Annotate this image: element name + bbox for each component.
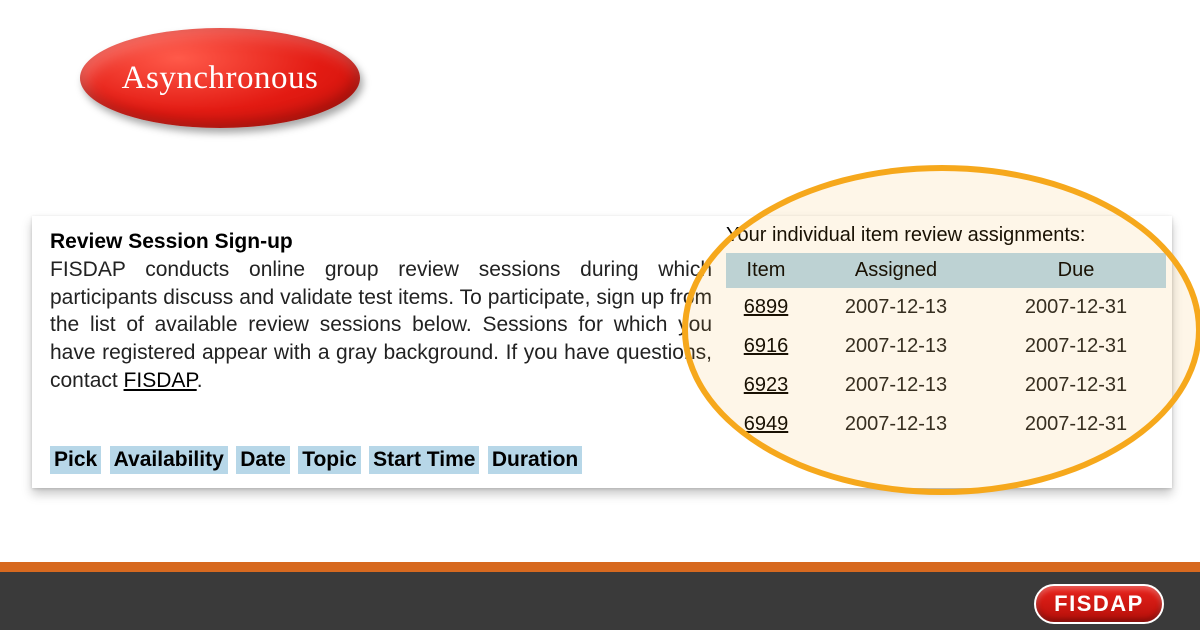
col-availability: Availability [110,446,228,474]
cell-due: 2007-12-31 [986,366,1166,405]
cell-assigned: 2007-12-13 [806,405,986,444]
cell-due: 2007-12-31 [986,327,1166,366]
footer: FISDAP [0,562,1200,630]
col-duration: Duration [488,446,582,474]
table-row: 6916 2007-12-13 2007-12-31 [726,327,1166,366]
slide: Asynchronous Review Session Sign-up FISD… [0,0,1200,630]
signup-description-post: . [197,369,203,392]
col-due: Due [986,253,1166,288]
assignments-header-row: Item Assigned Due [726,253,1166,288]
assignments-title: Your individual item review assignments: [726,224,1166,247]
footer-accent-bar [0,562,1200,572]
footer-bar [0,572,1200,630]
col-item: Item [726,253,806,288]
badge-container: Asynchronous [80,28,360,128]
signup-section: Review Session Sign-up FISDAP conducts o… [50,230,712,395]
cell-assigned: 2007-12-13 [806,327,986,366]
badge-label: Asynchronous [122,60,319,97]
col-start-time: Start Time [369,446,479,474]
table-row: 6949 2007-12-13 2007-12-31 [726,405,1166,444]
table-row: 6923 2007-12-13 2007-12-31 [726,366,1166,405]
table-row: 6899 2007-12-13 2007-12-31 [726,288,1166,327]
item-link[interactable]: 6949 [744,413,789,435]
session-table-header: Pick Availability Date Topic Start Time … [50,446,586,474]
content-panel: Review Session Sign-up FISDAP conducts o… [32,216,1172,488]
asynchronous-badge: Asynchronous [80,28,360,128]
logo-text: FISDAP [1054,591,1144,617]
col-topic: Topic [298,446,360,474]
col-date: Date [236,446,290,474]
cell-assigned: 2007-12-13 [806,288,986,327]
item-link[interactable]: 6916 [744,335,789,357]
fisdap-logo: FISDAP [1034,584,1164,624]
col-assigned: Assigned [806,253,986,288]
cell-assigned: 2007-12-13 [806,366,986,405]
assignments-section: Your individual item review assignments:… [726,224,1166,444]
item-link[interactable]: 6923 [744,374,789,396]
item-link[interactable]: 6899 [744,296,789,318]
cell-due: 2007-12-31 [986,288,1166,327]
col-pick: Pick [50,446,101,474]
signup-title: Review Session Sign-up [50,230,712,254]
cell-due: 2007-12-31 [986,405,1166,444]
signup-description: FISDAP conducts online group review sess… [50,256,712,395]
assignments-table: Item Assigned Due 6899 2007-12-13 2007-1… [726,253,1166,444]
fisdap-contact-link[interactable]: FISDAP [124,369,197,392]
